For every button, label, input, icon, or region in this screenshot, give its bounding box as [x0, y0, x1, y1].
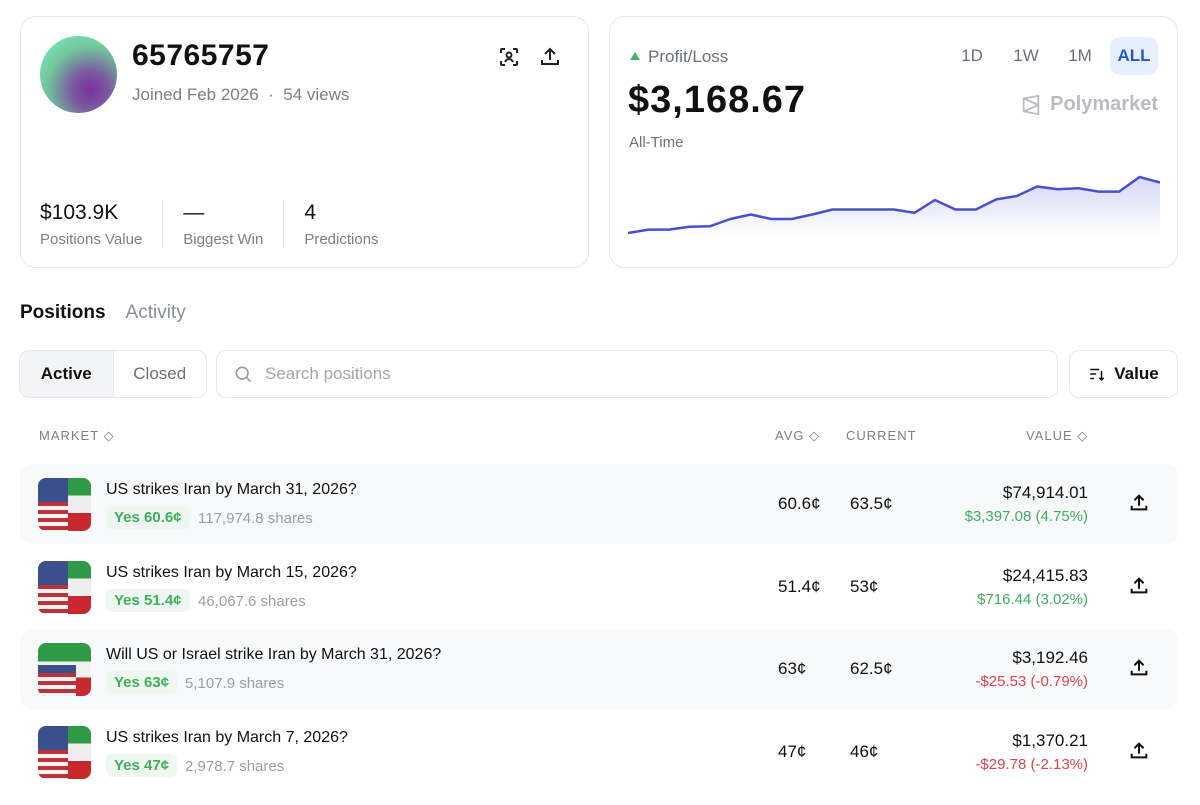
- pnl-card: Profit/Loss 1D 1W 1M ALL $3,168.67 Polym…: [609, 16, 1178, 268]
- avg-price: 51.4¢: [778, 576, 821, 596]
- range-selector: 1D 1W 1M ALL: [948, 37, 1158, 75]
- range-1m[interactable]: 1M: [1056, 37, 1104, 75]
- share-count: 46,067.6 shares: [198, 592, 306, 610]
- position-row[interactable]: Will US or Israel strike Iran by March 3…: [20, 629, 1178, 709]
- polymarket-logo: Polymarket: [1020, 93, 1158, 116]
- market-flag-icon: [38, 725, 91, 779]
- avg-price: 60.6¢: [778, 494, 821, 513]
- market-flag-icon: [38, 643, 91, 696]
- up-triangle-icon: [630, 52, 640, 60]
- current-price: 53¢: [850, 576, 879, 596]
- tab-positions[interactable]: Positions: [20, 302, 106, 324]
- stat-positions-value: $103.9K Positions Value: [40, 201, 164, 248]
- sort-toggle-icon: ◇: [1077, 428, 1089, 443]
- polymarket-icon: [1022, 94, 1040, 115]
- separator: ·: [268, 85, 274, 104]
- range-1w[interactable]: 1W: [1002, 37, 1050, 75]
- share-icon[interactable]: [1128, 492, 1150, 514]
- view-count: 54 views: [283, 85, 350, 104]
- outcome-badge: Yes 51.4¢: [106, 588, 190, 612]
- stat-biggest-win: — Biggest Win: [183, 201, 285, 248]
- stat-value: —: [183, 201, 205, 224]
- joined-date: Joined Feb 2026: [132, 85, 259, 104]
- position-change: $716.44 (3.02%): [977, 590, 1088, 608]
- current-price: 63.5¢: [850, 494, 893, 513]
- position-row[interactable]: US strikes Iran by March 31, 2026? Yes 6…: [20, 464, 1178, 544]
- pnl-period: All-Time: [629, 134, 684, 151]
- market-title[interactable]: US strikes Iran by March 7, 2026?: [106, 729, 348, 747]
- search-icon: [235, 366, 252, 383]
- share-icon[interactable]: [1128, 575, 1150, 597]
- stat-value: 4: [304, 201, 317, 224]
- profile-stats: $103.9K Positions Value — Biggest Win 4 Pre…: [40, 201, 419, 248]
- avatar: [40, 36, 117, 113]
- scan-profile-icon[interactable]: [497, 45, 521, 69]
- search-input[interactable]: [265, 364, 1057, 384]
- share-icon[interactable]: [538, 45, 562, 69]
- position-row[interactable]: US strikes Iran by March 15, 2026? Yes 5…: [20, 547, 1178, 627]
- share-count: 2,978.7 shares: [185, 757, 285, 775]
- market-flag-icon: [38, 560, 91, 614]
- pnl-chart: [628, 175, 1160, 237]
- sort-toggle-icon: ◇: [103, 428, 115, 443]
- share-icon[interactable]: [1128, 740, 1150, 762]
- market-flag-icon: [38, 478, 91, 531]
- market-title[interactable]: Will US or Israel strike Iran by March 3…: [106, 646, 441, 664]
- range-1d[interactable]: 1D: [948, 37, 996, 75]
- tab-bar: Positions Activity: [20, 302, 186, 324]
- range-all[interactable]: ALL: [1110, 37, 1158, 75]
- market-title[interactable]: US strikes Iran by March 31, 2026?: [106, 481, 357, 499]
- outcome-badge: Yes 63¢: [106, 671, 178, 694]
- profile-card: 65765757 Joined Feb 2026 · 54 views $103…: [20, 16, 589, 268]
- current-price: 62.5¢: [850, 659, 893, 678]
- status-segment: Active Closed: [19, 350, 207, 398]
- stat-predictions: 4 Predictions: [304, 201, 398, 248]
- stat-value: $103.9K: [40, 201, 119, 224]
- brand-name: Polymarket: [1050, 93, 1158, 115]
- segment-active[interactable]: Active: [20, 351, 114, 397]
- position-change: -$25.53 (-0.79%): [975, 673, 1088, 690]
- header-market[interactable]: MARKET ◇: [39, 428, 115, 444]
- share-count: 117,974.8 shares: [198, 510, 313, 527]
- share-icon[interactable]: [1128, 657, 1150, 679]
- segment-closed[interactable]: Closed: [114, 351, 207, 397]
- position-change: -$29.78 (-2.13%): [975, 755, 1088, 773]
- username: 65765757: [132, 39, 270, 72]
- header-current: CURRENT: [846, 428, 917, 443]
- outcome-badge: Yes 60.6¢: [106, 506, 190, 529]
- market-title[interactable]: US strikes Iran by March 15, 2026?: [106, 564, 357, 582]
- search-box: [216, 350, 1058, 398]
- header-market-label: MARKET: [39, 428, 99, 443]
- header-avg[interactable]: AVG ◇: [775, 428, 820, 444]
- position-change: $3,397.08 (4.75%): [964, 508, 1088, 525]
- pnl-label-text: Profit/Loss: [648, 47, 729, 66]
- sort-button[interactable]: Value: [1069, 350, 1178, 398]
- share-count: 5,107.9 shares: [185, 675, 285, 692]
- header-avg-label: AVG: [775, 428, 805, 443]
- position-value: $74,914.01: [1002, 483, 1088, 502]
- current-price: 46¢: [850, 741, 879, 761]
- stat-label: Biggest Win: [183, 231, 264, 248]
- stat-label: Predictions: [304, 231, 379, 248]
- header-value[interactable]: VALUE ◇: [1026, 428, 1088, 444]
- pnl-label: Profit/Loss: [630, 47, 728, 67]
- profile-meta: Joined Feb 2026 · 54 views: [132, 85, 349, 105]
- position-value: $1,370.21: [1012, 730, 1088, 750]
- header-value-label: VALUE: [1026, 428, 1073, 443]
- sort-label: Value: [1114, 364, 1159, 383]
- position-value: $3,192.46: [1012, 648, 1088, 667]
- pnl-value: $3,168.67: [628, 79, 807, 121]
- outcome-badge: Yes 47¢: [106, 753, 178, 777]
- position-value: $24,415.83: [1002, 565, 1088, 585]
- chart-area: [628, 177, 1160, 237]
- avg-price: 63¢: [778, 659, 807, 678]
- sort-icon: [1090, 368, 1105, 382]
- sort-toggle-icon: ◇: [809, 428, 821, 443]
- stat-label: Positions Value: [40, 231, 143, 248]
- avg-price: 47¢: [778, 741, 807, 761]
- position-row[interactable]: US strikes Iran by March 7, 2026? Yes 47…: [20, 712, 1178, 792]
- tab-activity[interactable]: Activity: [126, 302, 186, 324]
